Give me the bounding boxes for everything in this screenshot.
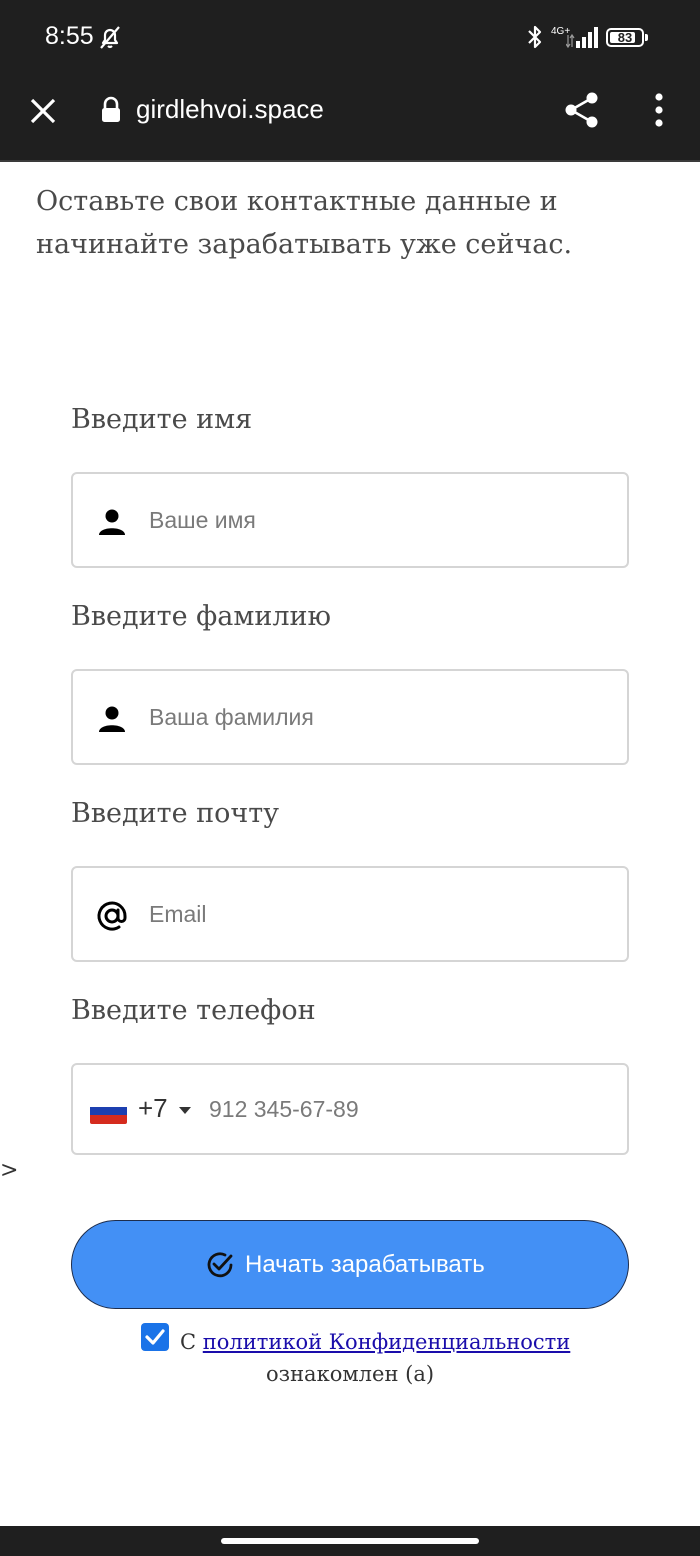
submit-button[interactable]: Начать зарабатывать — [71, 1220, 629, 1309]
close-icon[interactable] — [26, 94, 60, 128]
bell-off-icon — [98, 24, 122, 55]
battery-icon: 83 — [606, 28, 648, 47]
checkmark-icon — [145, 1329, 165, 1345]
last-name-label: Введите фамилию — [71, 601, 332, 632]
email-input[interactable] — [149, 868, 609, 960]
at-sign-icon — [95, 899, 129, 933]
address-bar-url[interactable]: girdlehvoi.space — [136, 94, 324, 125]
system-nav-bar — [0, 1526, 700, 1556]
browser-toolbar: girdlehvoi.space — [0, 76, 700, 160]
person-icon — [95, 505, 129, 539]
stray-text: > — [0, 1158, 19, 1183]
lock-icon[interactable] — [100, 96, 122, 129]
toolbar-divider — [0, 160, 700, 162]
email-field[interactable] — [71, 866, 629, 962]
russia-flag-icon[interactable] — [90, 1098, 127, 1124]
bluetooth-icon — [526, 24, 544, 55]
last-name-field[interactable] — [71, 669, 629, 765]
status-bar: 8:55 4G+ 83 — [0, 0, 700, 76]
consent-checkbox[interactable] — [141, 1323, 169, 1351]
status-time: 8:55 — [45, 22, 94, 50]
privacy-policy-link[interactable]: политикой Конфиденциальности — [203, 1330, 571, 1354]
first-name-field[interactable] — [71, 472, 629, 568]
phone-label: Введите телефон — [71, 995, 316, 1026]
consent-suffix: ознакомлен (а) — [265, 1362, 435, 1386]
caret-down-icon[interactable] — [179, 1107, 191, 1114]
consent-text: С политикой Конфиденциальности — [180, 1330, 570, 1354]
email-label: Введите почту — [71, 798, 280, 829]
check-circle-icon — [205, 1250, 235, 1285]
country-code[interactable]: +7 — [138, 1093, 168, 1124]
phone-field[interactable]: +7 — [71, 1063, 629, 1155]
first-name-label: Введите имя — [71, 404, 253, 435]
person-icon — [95, 702, 129, 736]
phone-input[interactable] — [209, 1065, 609, 1153]
consent-prefix: С — [180, 1330, 197, 1354]
last-name-input[interactable] — [149, 671, 609, 763]
signal-icon — [565, 27, 598, 54]
share-icon[interactable] — [562, 90, 602, 135]
first-name-input[interactable] — [149, 474, 609, 566]
more-options-icon[interactable] — [652, 92, 666, 133]
home-gesture-handle[interactable] — [221, 1538, 479, 1544]
submit-label: Начать зарабатывать — [245, 1251, 485, 1278]
intro-text: Оставьте свои контактные данные и начина… — [36, 186, 573, 260]
battery-level: 83 — [617, 30, 633, 45]
